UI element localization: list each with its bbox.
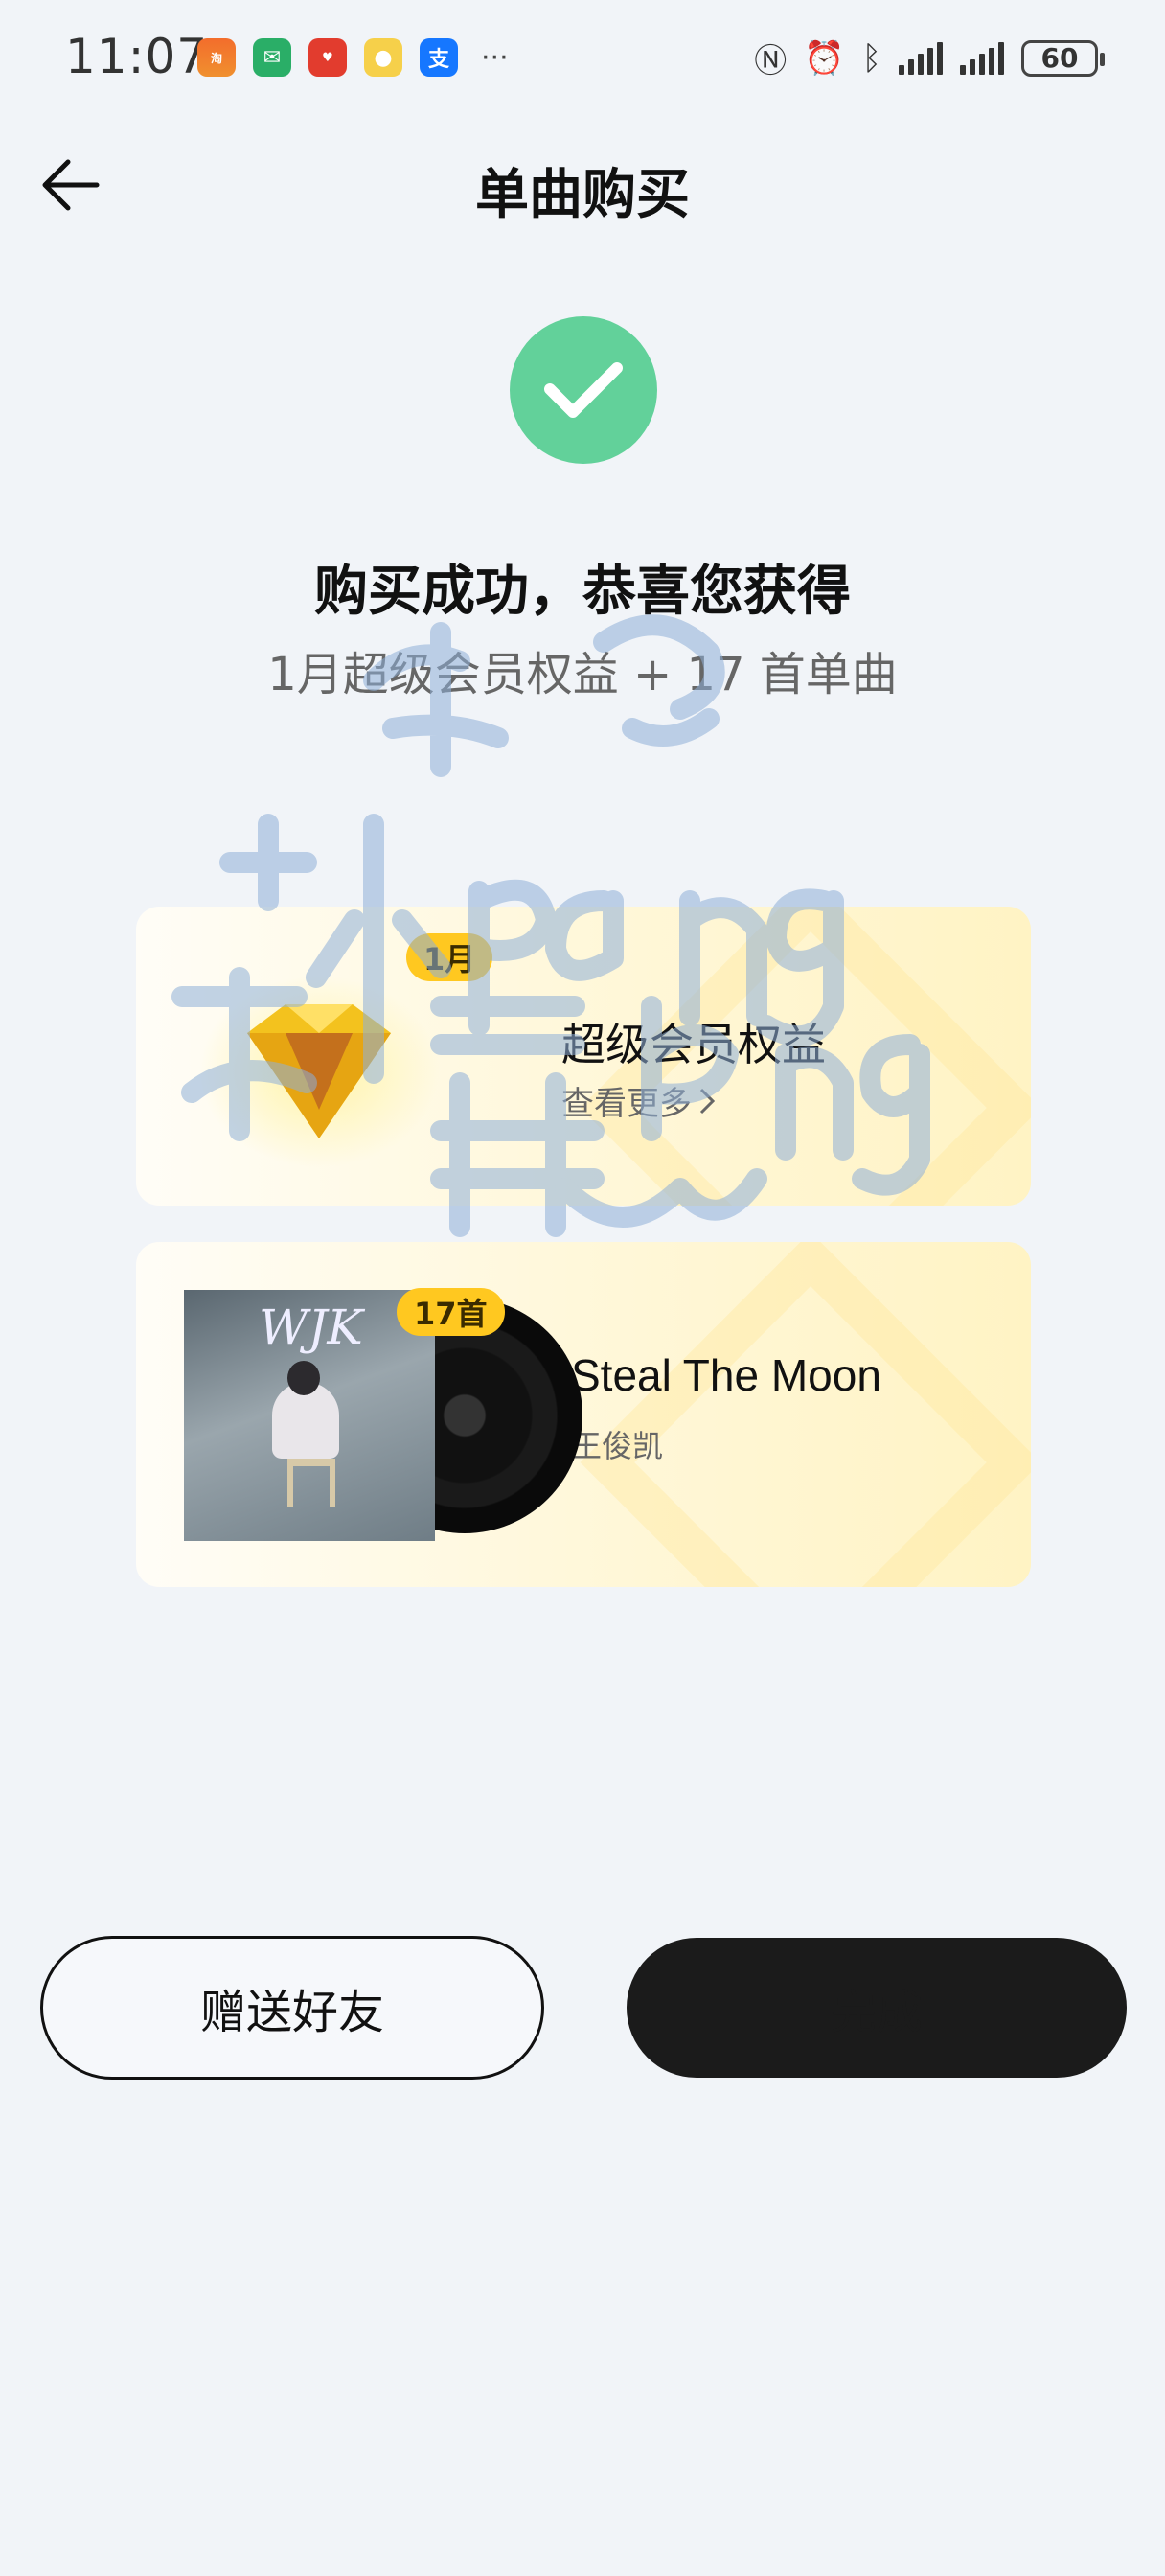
more-notifications-icon: ··· — [481, 40, 509, 75]
status-time: 11:07 — [65, 29, 209, 84]
album-cover: WJK — [184, 1290, 435, 1541]
signal-icon — [899, 41, 943, 75]
success-subtitle: 1月超级会员权益 + 17 首单曲 — [267, 648, 898, 702]
done-button[interactable]: 完成 — [627, 1938, 1127, 2078]
success-title: 购买成功，恭喜您获得 — [314, 561, 851, 623]
signal-2-icon — [960, 41, 1004, 75]
song-count-badge: 17首 — [397, 1288, 505, 1336]
taobao-icon: 淘 — [197, 38, 236, 77]
song-title: Steal The Moon — [571, 1350, 881, 1400]
alipay-icon: 支 — [420, 38, 458, 77]
diamond-icon — [199, 976, 439, 1167]
chevron-right-icon — [699, 1088, 716, 1114]
card-decoration — [580, 1242, 1031, 1587]
album-logo: WJK — [259, 1300, 363, 1355]
song-card[interactable]: WJK 17首 Steal The Moon 王俊凯 — [136, 1242, 1031, 1587]
vip-benefit-card[interactable]: 1月 超级会员权益 查看更多 — [136, 907, 1031, 1206]
view-more-label: 查看更多 — [561, 1085, 692, 1123]
status-bar: 11:07 淘 ✉ ♥ ● 支 ··· Ⓝ ⏰ ᛒ 60 — [0, 0, 1165, 115]
album-figure-head — [287, 1361, 320, 1395]
nfc-icon: Ⓝ — [754, 42, 788, 80]
battery-icon: 60 — [1021, 39, 1105, 77]
sale-618-icon: ♥ — [308, 38, 347, 77]
wechat-icon: ✉ — [253, 38, 291, 77]
bluetooth-icon: ᛒ — [861, 38, 881, 78]
alarm-icon: ⏰ — [804, 38, 845, 78]
vip-benefit-title: 超级会员权益 — [561, 1019, 826, 1070]
page-title: 单曲购买 — [475, 164, 690, 226]
album-chair — [287, 1459, 335, 1506]
gift-to-friend-button[interactable]: 赠送好友 — [40, 1936, 544, 2080]
success-check-icon — [510, 316, 657, 464]
vip-duration-badge: 1月 — [406, 933, 493, 981]
system-icons: Ⓝ ⏰ ᛒ 60 — [754, 34, 1105, 81]
app-icon: ● — [364, 38, 402, 77]
battery-level: 60 — [1040, 42, 1079, 74]
song-artist: 王俊凯 — [571, 1428, 664, 1464]
notification-icons: 淘 ✉ ♥ ● 支 ··· — [197, 38, 509, 77]
view-more-link[interactable]: 查看更多 — [561, 1077, 717, 1124]
